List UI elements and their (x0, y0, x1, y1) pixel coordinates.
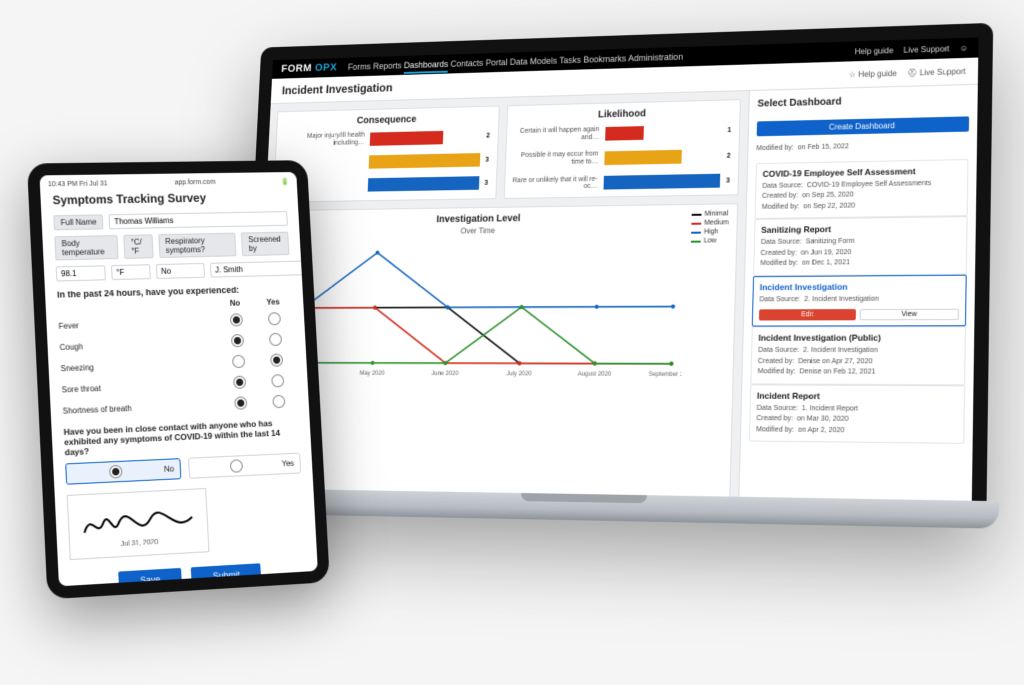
survey-form: 10:43 PM Fri Jul 31 app.form.com 🔋 Sympt… (39, 172, 318, 599)
svg-text:August 2020: August 2020 (578, 372, 613, 378)
full-name-label: Full Name (53, 214, 104, 230)
contact-no-option[interactable]: No (65, 458, 181, 485)
bar-row: Rare or unlikely that it will re-oc… 3 (512, 173, 730, 192)
symptom-label: Fever (58, 317, 217, 331)
nav-reports[interactable]: Reports (373, 61, 402, 71)
nav-data-models[interactable]: Data Models (510, 56, 558, 67)
symptom-yes-radio[interactable] (255, 312, 294, 328)
investigation-card: Investigation Level Over Time April 2020… (258, 203, 738, 498)
unit-label: °C/°F (124, 234, 154, 258)
temp-label: Body temperature (54, 235, 119, 260)
current-dash-meta: Modified by: on Feb 15, 2022 (756, 140, 969, 155)
symptom-no-radio[interactable] (216, 313, 255, 329)
likelihood-title: Likelihood (515, 106, 732, 122)
bar-row: Certain it will happen again and… 1 (514, 123, 732, 143)
screened-label: Screened by (241, 232, 289, 257)
nav-dashboards[interactable]: Dashboards (403, 59, 448, 74)
symptom-no-radio[interactable] (219, 354, 258, 370)
signature-date: Jul 31, 2020 (121, 538, 159, 547)
legend-minimal: Minimal (692, 210, 729, 217)
col-yes: Yes (254, 297, 292, 307)
dashboard-app: FORM OPX Forms Reports Dashboards Contac… (251, 37, 979, 511)
full-name-input[interactable] (109, 211, 288, 229)
tablet-statusbar: 10:43 PM Fri Jul 31 app.form.com 🔋 (48, 178, 290, 189)
bar-row: Major injury/Ill health including… 2 (284, 129, 491, 148)
svg-text:May 2020: May 2020 (359, 371, 385, 377)
signature-box[interactable]: Jul 31, 2020 (67, 488, 210, 560)
symptom-yes-radio[interactable] (259, 394, 298, 410)
sidebar-heading: Select Dashboard (757, 93, 969, 109)
consequence-title: Consequence (285, 112, 491, 128)
resp-input[interactable] (156, 263, 205, 279)
legend-medium: Medium (691, 219, 728, 226)
user-icon[interactable]: ☺ (960, 43, 969, 52)
svg-text:September 2020: September 2020 (649, 372, 686, 379)
svg-text:July 2020: July 2020 (506, 371, 532, 377)
dash-view-button[interactable]: View (860, 309, 959, 321)
bar-row: Possible it may occur from time to… 2 (513, 148, 731, 167)
nav-portal[interactable]: Portal (485, 57, 507, 67)
help-link[interactable]: Help guide (855, 46, 894, 56)
live-support-link[interactable]: Live Support (904, 44, 950, 54)
resp-label: Respiratory symptoms? (158, 233, 237, 258)
symptom-no-radio[interactable] (220, 375, 259, 391)
dashboard-sidebar: Select Dashboard Create Dashboard Modifi… (738, 85, 978, 511)
svg-text:June 2020: June 2020 (431, 371, 459, 377)
bar-row: 3 (282, 153, 489, 171)
symptom-label: Sneezing (60, 359, 219, 374)
likelihood-card: Likelihood Certain it will happen again … (503, 99, 741, 199)
symptom-yes-radio[interactable] (256, 332, 295, 348)
nav-tasks[interactable]: Tasks (559, 55, 581, 65)
symptom-yes-radio[interactable] (258, 374, 297, 390)
help-guide-icon[interactable]: ☆ Help guide (849, 68, 897, 78)
screened-input[interactable] (210, 260, 324, 278)
tablet-screen: 10:43 PM Fri Jul 31 app.form.com 🔋 Sympt… (27, 160, 330, 599)
dash-item[interactable]: Incident ReportData Source: 1. Incident … (749, 384, 965, 444)
save-button[interactable]: Save (118, 568, 182, 592)
temp-input[interactable] (56, 265, 106, 281)
dash-item[interactable]: Incident InvestigationData Source: 2. In… (752, 274, 967, 326)
dash-edit-button[interactable]: Edit (759, 309, 856, 320)
tablet-device: 10:43 PM Fri Jul 31 app.form.com 🔋 Sympt… (27, 160, 330, 599)
investigation-legend: Minimal Medium High Low (684, 210, 729, 491)
nav-bookmarks[interactable]: Bookmarks (583, 54, 626, 65)
symptom-no-radio[interactable] (221, 396, 260, 412)
dash-item[interactable]: COVID-19 Employee Self AssessmentData So… (755, 159, 969, 219)
create-dashboard-button[interactable]: Create Dashboard (757, 116, 969, 136)
laptop-screen: FORM OPX Forms Reports Dashboards Contac… (238, 23, 994, 526)
nav-administration[interactable]: Administration (628, 52, 683, 63)
dash-item[interactable]: Sanitizing ReportData Source: Sanitizing… (753, 216, 968, 275)
col-no: No (216, 298, 255, 308)
nav-forms[interactable]: Forms (348, 62, 371, 72)
live-support-icon[interactable]: ⛑ Live Support (907, 66, 966, 77)
submit-button[interactable]: Submit (191, 563, 262, 587)
symptom-yes-radio[interactable] (257, 353, 296, 369)
legend-high: High (691, 228, 728, 235)
symptom-label: Shortness of breath (62, 400, 221, 415)
brand-logo: FORM OPX (281, 62, 337, 75)
nav-contacts[interactable]: Contacts (450, 58, 483, 69)
symptom-no-radio[interactable] (218, 334, 257, 350)
unit-input[interactable] (111, 264, 151, 280)
investigation-chart: April 2020May 2020June 2020July 2020Augu… (272, 237, 685, 387)
contact-yes-option[interactable]: Yes (188, 453, 301, 479)
dash-item[interactable]: Incident Investigation (Public)Data Sour… (750, 326, 966, 385)
legend-low: Low (691, 237, 728, 244)
symptom-label: Sore throat (61, 380, 220, 395)
form-title: Symptoms Tracking Survey (52, 190, 286, 208)
symptom-label: Cough (59, 338, 218, 352)
bar-row: 3 (281, 176, 488, 193)
question-contact: Have you been in close contact with anyo… (63, 417, 299, 457)
page-title: Incident Investigation (282, 81, 393, 97)
